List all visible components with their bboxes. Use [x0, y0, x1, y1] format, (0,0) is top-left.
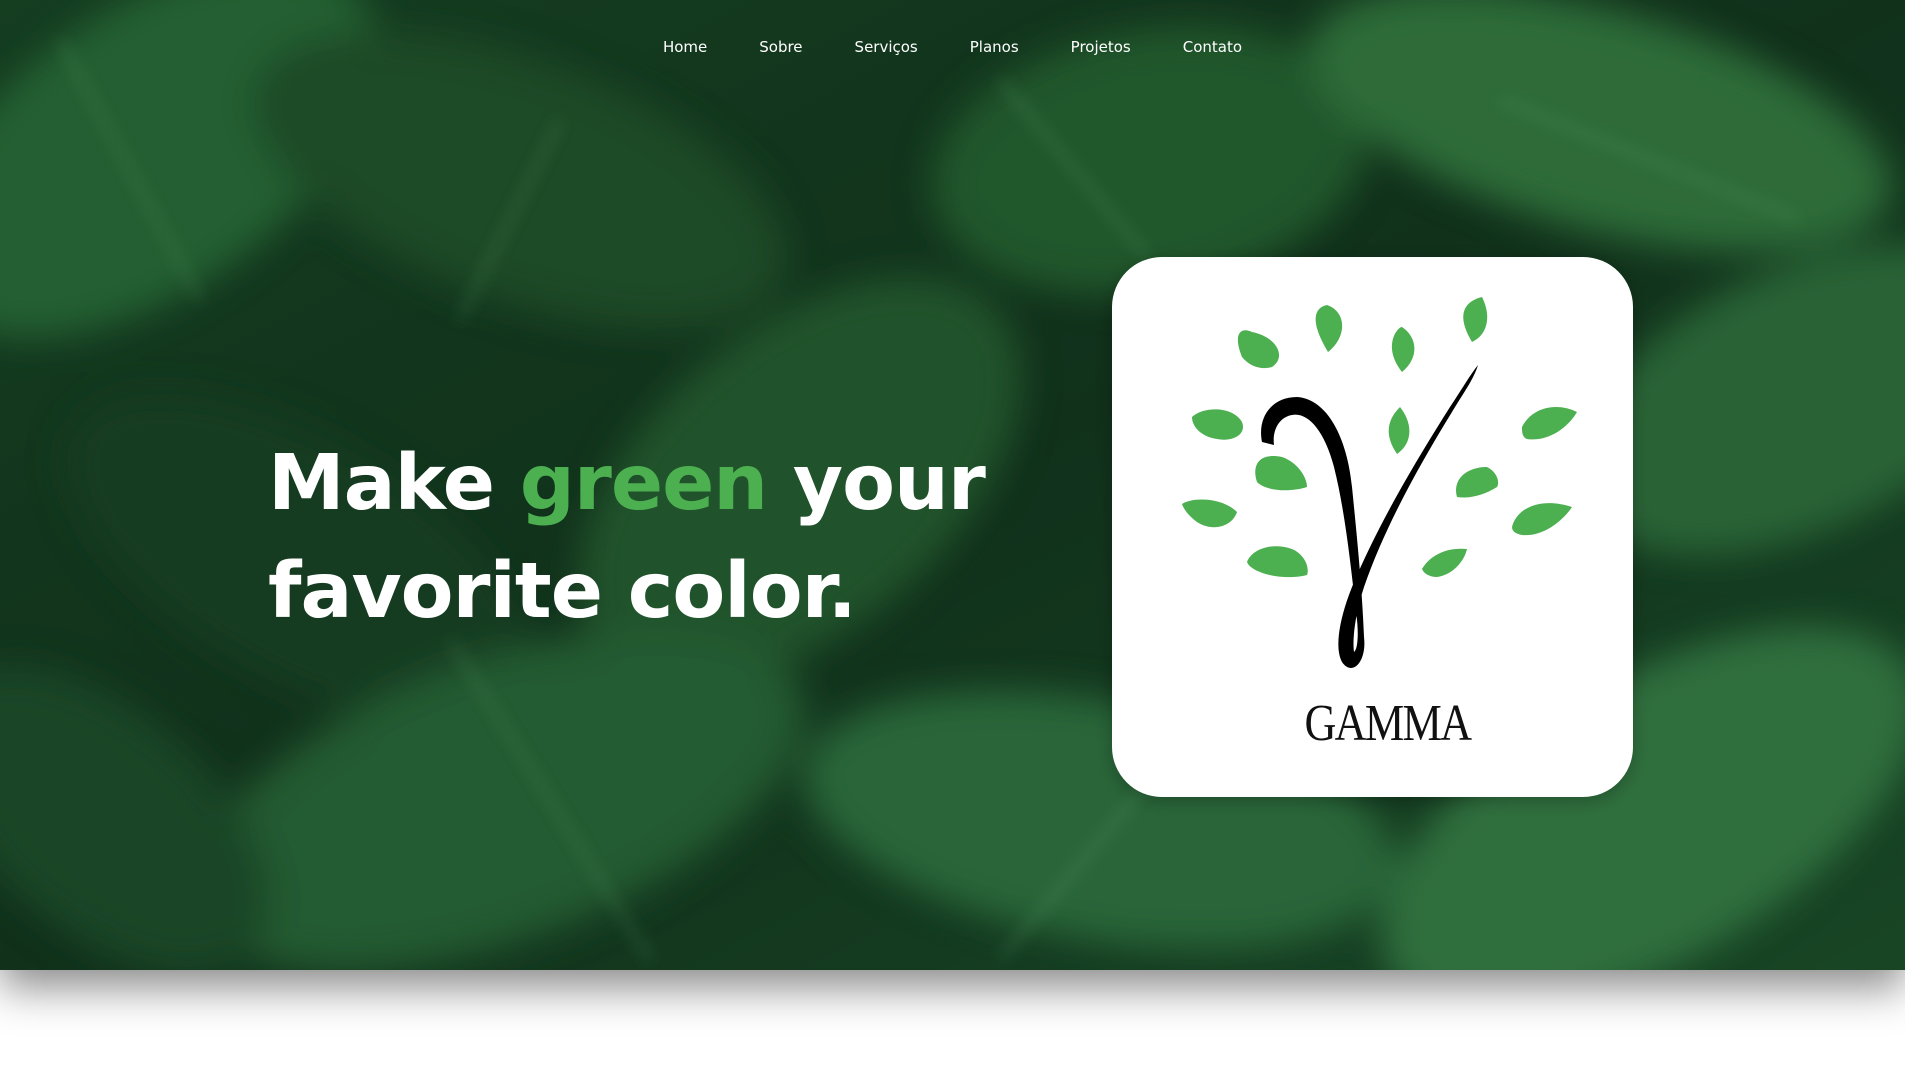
headline-part1: Make	[268, 439, 520, 528]
headline-accent-word: green	[519, 439, 768, 528]
hero-headline: Make green your favorite color.	[268, 430, 988, 646]
nav-item-projetos[interactable]: Projetos	[1045, 37, 1157, 57]
nav-item-sobre[interactable]: Sobre	[733, 37, 828, 57]
main-nav: Home Sobre Serviços Planos Projetos Cont…	[0, 37, 1905, 57]
nav-item-home[interactable]: Home	[637, 37, 733, 57]
tree-logo-icon: GAMMA	[1182, 297, 1577, 752]
logo-brand-text: GAMMA	[1304, 695, 1472, 752]
logo-card: GAMMA	[1112, 257, 1633, 797]
nav-item-contato[interactable]: Contato	[1157, 37, 1268, 57]
nav-item-planos[interactable]: Planos	[944, 37, 1045, 57]
nav-item-servicos[interactable]: Serviços	[829, 37, 944, 57]
hero-section: Home Sobre Serviços Planos Projetos Cont…	[0, 0, 1905, 970]
